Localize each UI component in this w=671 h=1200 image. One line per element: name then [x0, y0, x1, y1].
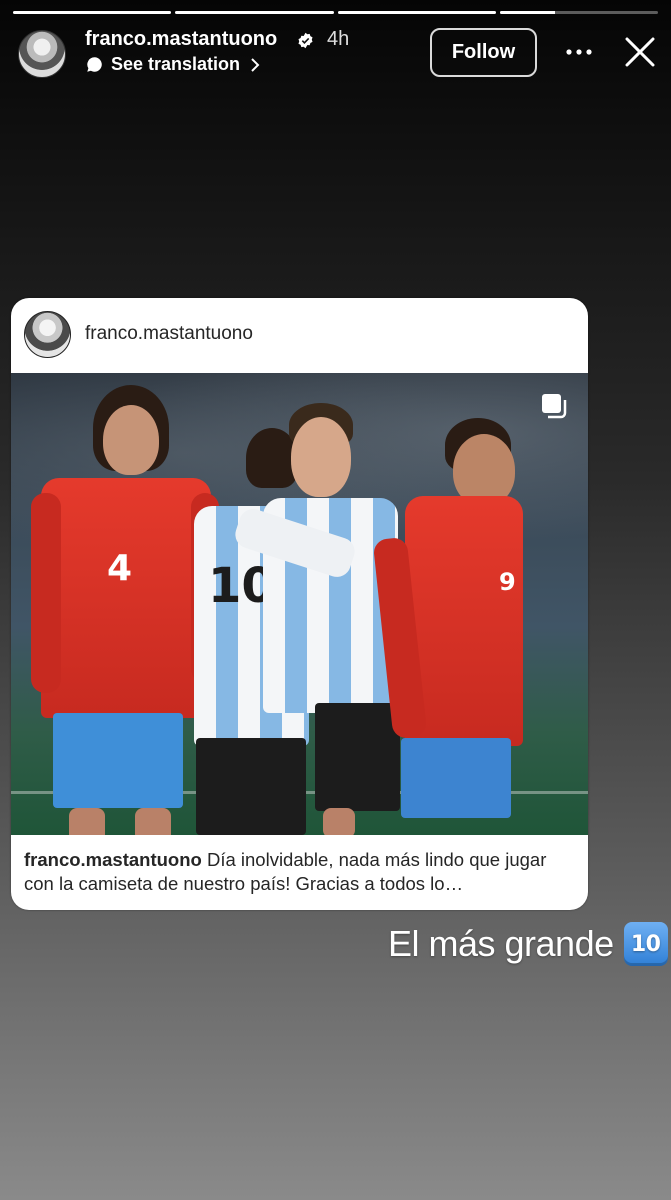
story-progress-fill [175, 11, 334, 14]
story-progress-segment [499, 11, 658, 14]
player-chile-9: 9 [372, 418, 543, 835]
author-avatar[interactable] [18, 30, 66, 78]
keycap-ten-icon: 10 [623, 922, 668, 966]
shared-post-image: 4 10 9 [11, 373, 588, 835]
shared-post-caption: franco.mastantuono Día inolvidable, nada… [24, 848, 580, 896]
chevron-right-icon [251, 57, 260, 72]
carousel-multi-icon [542, 394, 567, 419]
story-progress-segment [337, 11, 496, 14]
shared-post-header: franco.mastantuono [11, 298, 588, 373]
story-progress-segment [175, 11, 334, 14]
caption-username: franco.mastantuono [24, 849, 202, 870]
see-translation-link[interactable]: See translation [86, 54, 260, 75]
story-progress-segment [13, 11, 172, 14]
overlay-text: El más grande [388, 923, 614, 964]
player-mastantuono [231, 403, 403, 835]
translate-bubble-icon [87, 57, 102, 72]
story-progress-fill [337, 11, 496, 14]
author-username[interactable]: franco.mastantuono [85, 28, 277, 51]
shared-post-username: franco.mastantuono [85, 323, 253, 344]
shared-post-avatar [24, 311, 71, 358]
story-progress-fill [13, 11, 172, 14]
jersey-number-9: 9 [499, 568, 516, 596]
close-icon[interactable] [624, 36, 656, 68]
follow-button[interactable]: Follow [430, 28, 537, 77]
story-header: franco.mastantuono 4h See translation Fo… [16, 24, 655, 84]
more-options-icon[interactable] [565, 40, 593, 64]
story-progress-fill [499, 11, 556, 14]
shared-post-card[interactable]: franco.mastantuono 4 10 9 franco.mastant… [11, 298, 588, 910]
story-progress-bars [13, 11, 658, 14]
story-overlay-text: El más grande 10 [388, 922, 668, 966]
see-translation-label: See translation [111, 54, 241, 74]
post-time: 4h [327, 28, 350, 50]
verified-badge-icon [298, 32, 313, 49]
jersey-number-4: 4 [107, 548, 133, 589]
